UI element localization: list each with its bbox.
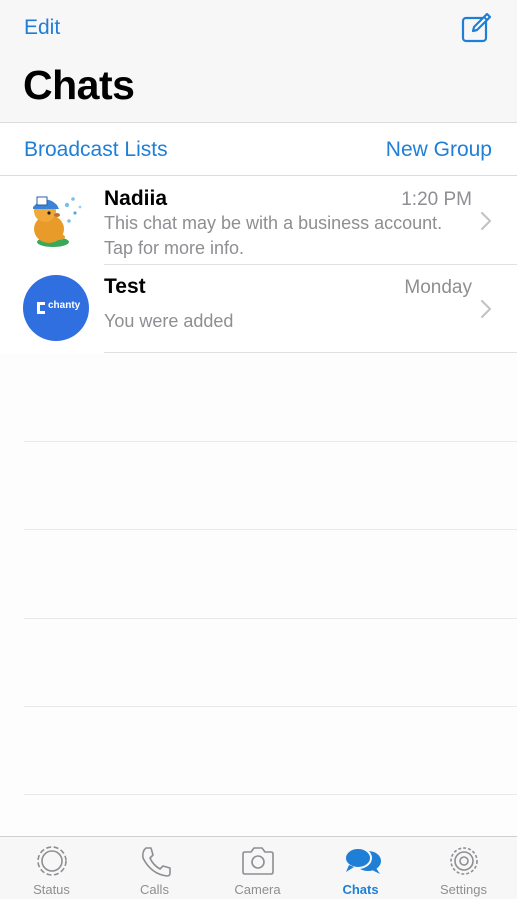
chevron-right-icon: [479, 299, 493, 319]
chat-name: Nadiia: [104, 187, 168, 210]
tab-status[interactable]: Status: [0, 837, 103, 900]
chat-list: Nadiia 1:20 PM This chat may be with a b…: [0, 177, 517, 353]
navigation-header: Edit Chats: [0, 0, 517, 122]
tab-label: Settings: [440, 882, 487, 897]
tab-label: Calls: [140, 882, 169, 897]
phone-icon: [137, 844, 173, 878]
chat-timestamp: 1:20 PM: [401, 189, 472, 210]
compose-icon[interactable]: [460, 12, 492, 44]
avatar-text: chanty: [48, 300, 81, 311]
row-divider: [24, 529, 517, 530]
chat-preview: This chat may be with a business account…: [104, 213, 443, 258]
list-actions-bar: Broadcast Lists New Group: [0, 122, 517, 176]
tab-camera[interactable]: Camera: [206, 837, 309, 900]
beaver-sticker-avatar: [23, 187, 89, 253]
tab-label: Camera: [234, 882, 281, 897]
tab-settings[interactable]: Settings: [412, 837, 515, 900]
row-divider: [24, 794, 517, 795]
new-group-link[interactable]: New Group: [386, 138, 492, 162]
tab-bar: Status Calls Camera Chats Settings: [0, 836, 517, 899]
tab-chats[interactable]: Chats: [309, 837, 412, 900]
chat-timestamp: Monday: [404, 277, 472, 298]
chat-name: Test: [104, 275, 146, 298]
tab-calls[interactable]: Calls: [103, 837, 206, 900]
camera-icon: [240, 844, 276, 878]
row-divider: [24, 706, 517, 707]
chat-bubbles-icon: [343, 844, 381, 878]
row-divider: [24, 618, 517, 619]
broadcast-lists-link[interactable]: Broadcast Lists: [24, 138, 168, 162]
edit-button[interactable]: Edit: [24, 16, 60, 40]
chat-preview: You were added: [104, 311, 234, 331]
empty-list-area: [0, 353, 517, 837]
status-icon: [34, 844, 70, 878]
tab-label: Chats: [342, 882, 379, 897]
chat-row-test[interactable]: chanty Test Monday You were added: [0, 265, 517, 353]
chevron-right-icon: [479, 211, 493, 231]
chanty-avatar: chanty: [23, 275, 89, 341]
row-divider: [24, 441, 517, 442]
tab-label: Status: [33, 882, 70, 897]
gear-icon: [446, 844, 482, 878]
page-title: Chats: [23, 62, 135, 108]
chat-row-nadiia[interactable]: Nadiia 1:20 PM This chat may be with a b…: [0, 177, 517, 265]
